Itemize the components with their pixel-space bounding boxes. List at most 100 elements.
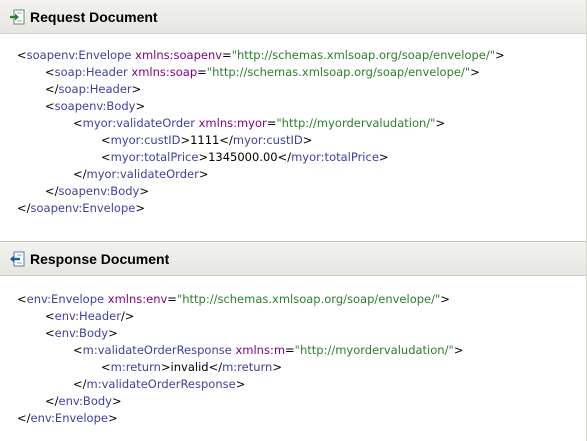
xml-punctuation: > — [495, 48, 505, 62]
xml-tag-name: myor:validateOrder — [82, 116, 195, 130]
xml-line: <myor:validateOrder xmlns:myor="http://m… — [73, 115, 445, 132]
response-arrow-icon — [9, 251, 25, 267]
request-arrow-icon — [9, 9, 25, 25]
xml-punctuation: </ — [45, 82, 59, 96]
request-document-title: Request Document — [30, 8, 158, 25]
xml-punctuation: > — [107, 411, 118, 425]
xml-punctuation: > — [111, 394, 122, 408]
xml-tag-name: env:Envelope — [26, 292, 105, 306]
xml-attribute: xmlns:m — [235, 343, 286, 357]
xml-line: </soapenv:Envelope> — [17, 200, 145, 217]
xml-punctuation: </ — [208, 360, 223, 374]
xml-punctuation: < — [17, 292, 27, 306]
xml-tag-name: myor:totalPrice — [110, 150, 199, 164]
xml-tag-name: env:Body — [54, 326, 109, 340]
xml-tag-name: soapenv:Envelope — [30, 201, 136, 215]
xml-punctuation: > — [440, 292, 450, 306]
xml-attribute-value: "http://schemas.xmlsoap.org/soap/envelop… — [206, 65, 471, 79]
request-document-panel: Request Document <soapenv:Envelope xmlns… — [0, 0, 587, 241]
xml-punctuation: > — [108, 326, 118, 340]
xml-punctuation: > — [235, 377, 246, 391]
xml-attribute-value: "http://schemas.xmlsoap.org/soap/envelop… — [176, 292, 441, 306]
xml-attribute: xmlns:soapenv — [135, 48, 223, 62]
xml-line: <env:Envelope xmlns:env="http://schemas.… — [17, 291, 450, 308]
xml-punctuation: > — [302, 133, 313, 147]
xml-text: invalid — [170, 360, 209, 374]
response-document-header[interactable]: Response Document — [0, 242, 587, 276]
xml-line: </m:validateOrderResponse> — [73, 376, 245, 393]
xml-punctuation: > — [131, 82, 142, 96]
xml-punctuation: > — [180, 133, 191, 147]
xml-line: </soap:Header> — [45, 81, 141, 98]
xml-line: <env:Body> — [45, 325, 118, 342]
xml-tag-name: m:validateOrderResponse — [86, 377, 236, 391]
xml-line: <soapenv:Envelope xmlns:soapenv="http://… — [17, 47, 505, 64]
xml-punctuation: < — [101, 360, 111, 374]
request-document-header[interactable]: Request Document — [0, 0, 587, 34]
xml-punctuation: </ — [73, 167, 87, 181]
xml-tag-name: soapenv:Body — [54, 99, 136, 113]
xml-punctuation: > — [139, 184, 149, 198]
xml-attribute-value: "http://schemas.xmlsoap.org/soap/envelop… — [231, 48, 496, 62]
xml-line: <m:validateOrderResponse xmlns:m="http:/… — [73, 342, 463, 359]
xml-text: 1111 — [190, 133, 220, 147]
xml-punctuation: < — [73, 343, 83, 357]
xml-punctuation: = — [167, 292, 177, 306]
xml-punctuation: = — [266, 116, 277, 130]
xml-tag-name: soap:Header — [54, 65, 128, 79]
xml-line: </env:Envelope> — [17, 410, 118, 427]
xml-attribute-value: "http://myordervaludation/" — [294, 343, 454, 357]
xml-text: 1345000.00 — [208, 150, 278, 164]
xml-punctuation: = — [285, 343, 295, 357]
xml-punctuation: /> — [120, 309, 135, 323]
xml-tag-name: myor:custID — [110, 133, 181, 147]
xml-line: <soap:Header xmlns:soap="http://schemas.… — [45, 64, 480, 81]
response-document-title: Response Document — [30, 250, 170, 267]
xml-tag-name: m:validateOrderResponse — [82, 343, 232, 357]
xml-punctuation: > — [198, 167, 209, 181]
xml-punctuation: < — [73, 116, 83, 130]
xml-punctuation: < — [45, 99, 55, 113]
xml-punctuation: < — [101, 133, 111, 147]
xml-punctuation: </ — [73, 377, 87, 391]
response-document-panel: Response Document <env:Envelope xmlns:en… — [0, 242, 587, 441]
xml-line: </env:Body> — [45, 393, 122, 410]
xml-punctuation: > — [453, 343, 464, 357]
xml-punctuation: > — [378, 150, 389, 164]
xml-tag-name: myor:custID — [232, 133, 303, 147]
xml-punctuation: > — [135, 201, 145, 215]
xml-punctuation: </ — [45, 394, 59, 408]
xml-attribute: xmlns:soap — [131, 65, 198, 79]
xml-line: <m:return>invalid</m:return> — [101, 359, 282, 376]
xml-punctuation: > — [435, 116, 446, 130]
xml-line: </myor:validateOrder> — [73, 166, 208, 183]
xml-punctuation: < — [45, 309, 55, 323]
xml-tag-name: m:return — [110, 360, 161, 374]
xml-punctuation: > — [198, 150, 209, 164]
xml-punctuation: </ — [17, 201, 31, 215]
xml-attribute: xmlns:env — [107, 292, 168, 306]
xml-punctuation: </ — [277, 150, 292, 164]
xml-punctuation: < — [17, 48, 27, 62]
xml-tag-name: myor:totalPrice — [291, 150, 379, 164]
xml-attribute: xmlns:myor — [198, 116, 267, 130]
xml-punctuation: </ — [17, 411, 31, 425]
xml-punctuation: = — [197, 65, 207, 79]
xml-tag-name: m:return — [222, 360, 273, 374]
xml-punctuation: </ — [45, 184, 59, 198]
xml-punctuation: < — [45, 326, 55, 340]
xml-punctuation: > — [272, 360, 282, 374]
xml-tag-name: env:Header — [54, 309, 121, 323]
xml-punctuation: = — [222, 48, 232, 62]
xml-line: <soapenv:Body> — [45, 98, 145, 115]
xml-tag-name: myor:validateOrder — [86, 167, 199, 181]
xml-line: <env:Header/> — [45, 308, 134, 325]
xml-attribute-value: "http://myordervaludation/" — [276, 116, 436, 130]
xml-tag-name: soap:Header — [58, 82, 132, 96]
xml-tag-name: env:Body — [58, 394, 112, 408]
xml-punctuation: </ — [219, 133, 233, 147]
xml-line: </soapenv:Body> — [45, 183, 149, 200]
xml-line: <myor:totalPrice>1345000.00</myor:totalP… — [101, 149, 389, 166]
xml-tag-name: soapenv:Envelope — [26, 48, 132, 62]
xml-punctuation: > — [470, 65, 480, 79]
